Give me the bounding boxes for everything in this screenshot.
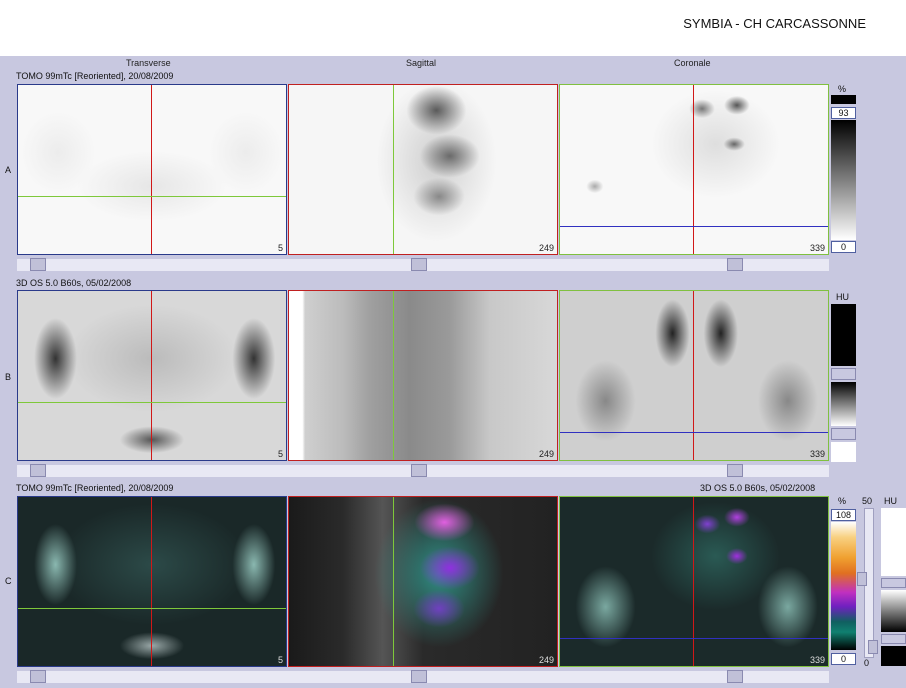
slider-thumb-c-transverse[interactable] xyxy=(30,670,46,683)
scale-c-unit-hu: HU xyxy=(884,496,897,506)
scale-b-top-bar xyxy=(831,304,856,366)
blend-slider-low: 0 xyxy=(864,658,870,668)
slice-number: 5 xyxy=(277,243,283,253)
viewport-b-transverse[interactable]: 5 xyxy=(17,290,287,461)
scale-c-hu-upper-handle[interactable] xyxy=(881,578,906,588)
row-a-letter: A xyxy=(5,165,12,175)
viewport-a-coronale[interactable]: 339 xyxy=(559,84,829,255)
scale-c-color-bar[interactable] xyxy=(831,522,856,650)
scale-c-max-value[interactable]: 108 xyxy=(831,509,856,521)
crosshair-vertical[interactable] xyxy=(693,497,694,666)
scale-a-unit: % xyxy=(838,84,847,94)
crosshair-vertical[interactable] xyxy=(393,85,394,254)
scale-b-unit: HU xyxy=(836,292,849,302)
column-title-transverse: Transverse xyxy=(126,58,171,68)
viewport-b-coronale[interactable]: 339 xyxy=(559,290,829,461)
crosshair-vertical[interactable] xyxy=(151,85,152,254)
viewport-c-transverse[interactable]: 5 xyxy=(17,496,287,667)
site-name: SYMBIA - CH CARCASSONNE xyxy=(683,16,866,31)
slice-number: 249 xyxy=(538,243,554,253)
row-c-series-label-right: 3D OS 5.0 B60s, 05/02/2008 xyxy=(700,483,816,493)
column-title-sagittal: Sagittal xyxy=(406,58,437,68)
crosshair-horizontal[interactable] xyxy=(560,226,828,227)
scale-c-min-value[interactable]: 0 xyxy=(831,653,856,665)
scale-b-grayscale-bar[interactable] xyxy=(831,382,856,426)
viewport-c-sagittal[interactable]: 249 xyxy=(288,496,558,667)
crosshair-horizontal[interactable] xyxy=(18,402,286,403)
row-b-series-label: 3D OS 5.0 B60s, 05/02/2008 xyxy=(16,278,132,288)
slice-number: 249 xyxy=(538,655,554,665)
scale-b-lower-handle[interactable] xyxy=(831,428,856,440)
slice-number: 339 xyxy=(809,449,825,459)
slice-number: 339 xyxy=(809,655,825,665)
scale-c-hu-bottom xyxy=(881,646,906,666)
row-b-letter: B xyxy=(5,372,12,382)
blend-slider-thumb-lower[interactable] xyxy=(868,640,878,654)
scale-c-hu-grayscale[interactable] xyxy=(881,590,906,632)
slice-number: 249 xyxy=(538,449,554,459)
slider-thumb-c-sagittal[interactable] xyxy=(411,670,427,683)
crosshair-horizontal[interactable] xyxy=(560,432,828,433)
crosshair-vertical[interactable] xyxy=(151,497,152,666)
slider-thumb-a-coronale[interactable] xyxy=(727,258,743,271)
title-bar: SYMBIA - CH CARCASSONNE xyxy=(0,0,906,56)
crosshair-vertical[interactable] xyxy=(393,497,394,666)
scale-c-hu-top xyxy=(881,508,906,576)
crosshair-horizontal[interactable] xyxy=(18,608,286,609)
scale-c-unit-percent: % xyxy=(838,496,847,506)
row-c-series-label: TOMO 99mTc [Reoriented], 20/08/2009 xyxy=(16,483,174,493)
crosshair-vertical[interactable] xyxy=(151,291,152,460)
viewport-a-sagittal[interactable]: 249 xyxy=(288,84,558,255)
slider-thumb-c-coronale[interactable] xyxy=(727,670,743,683)
row-c-letter: C xyxy=(5,576,12,586)
viewport-a-transverse[interactable]: 5 xyxy=(17,84,287,255)
slider-thumb-a-transverse[interactable] xyxy=(30,258,46,271)
crosshair-vertical[interactable] xyxy=(693,85,694,254)
viewport-c-coronale[interactable]: 339 xyxy=(559,496,829,667)
slider-thumb-b-coronale[interactable] xyxy=(727,464,743,477)
crosshair-horizontal[interactable] xyxy=(18,196,286,197)
slider-thumb-b-sagittal[interactable] xyxy=(411,464,427,477)
scale-c-hu-lower-handle[interactable] xyxy=(881,634,906,644)
scale-a-grayscale-bar[interactable] xyxy=(831,120,856,240)
crosshair-vertical[interactable] xyxy=(393,291,394,460)
blend-slider-thumb[interactable] xyxy=(857,572,867,586)
blend-slider-label: 50 xyxy=(862,496,873,506)
slider-thumb-b-transverse[interactable] xyxy=(30,464,46,477)
scale-a-max-value[interactable]: 93 xyxy=(831,107,856,119)
viewport-b-sagittal[interactable]: 249 xyxy=(288,290,558,461)
slice-number: 5 xyxy=(277,449,283,459)
slice-number: 5 xyxy=(277,655,283,665)
column-title-coronale: Coronale xyxy=(674,58,711,68)
slider-thumb-a-sagittal[interactable] xyxy=(411,258,427,271)
scale-a-min-value[interactable]: 0 xyxy=(831,241,856,253)
crosshair-horizontal[interactable] xyxy=(560,638,828,639)
scale-b-upper-handle[interactable] xyxy=(831,368,856,380)
slice-number: 339 xyxy=(809,243,825,253)
scale-a-top-bar xyxy=(831,95,856,104)
crosshair-vertical[interactable] xyxy=(693,291,694,460)
row-a-series-label: TOMO 99mTc [Reoriented], 20/08/2009 xyxy=(16,71,174,81)
scale-b-bottom-bar xyxy=(831,442,856,462)
